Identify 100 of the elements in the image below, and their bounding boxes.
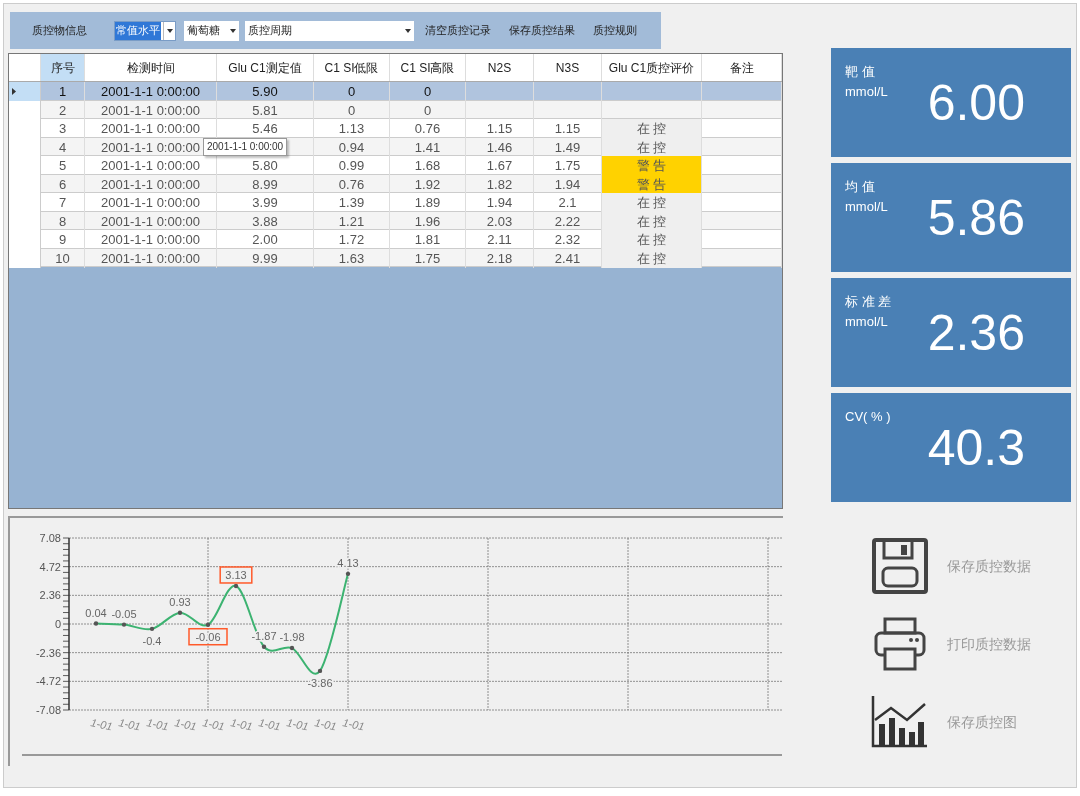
column-header[interactable]: N3S [534, 54, 602, 81]
table-cell-text: 1.82 [486, 175, 513, 194]
evaluation-cell: 在 控 [602, 119, 701, 139]
level-select[interactable]: 常值水平 [114, 20, 176, 41]
current-row-icon [12, 88, 16, 96]
table-cell-text: 2.1 [558, 194, 577, 212]
table-cell-text: 0 [347, 101, 356, 120]
table-cell-text: 2001-1-1 0:00:00 [101, 120, 200, 138]
table-cell-text: 1.67 [486, 157, 513, 175]
column-header[interactable]: C1 SI低限 [314, 54, 390, 81]
table-cell-text: 2001-1-1 0:00:00 [101, 194, 200, 212]
evaluation-cell: 在 控 [602, 211, 701, 231]
evaluation-cell: 警 告 [602, 174, 701, 194]
table-row[interactable]: 9 2001-1-1 0:00:00 2.00 1.72 1.81 2.11 2.32 在 控 [9, 230, 782, 249]
data-label: -0.05 [111, 607, 137, 620]
table-cell-text: 1.72 [338, 231, 365, 249]
column-header[interactable]: 备注 [702, 54, 782, 81]
table-cell-text: 1.63 [338, 249, 365, 268]
table-row[interactable]: 7 2001-1-1 0:00:00 3.99 1.39 1.89 1.94 2.1 在 控 [9, 193, 782, 212]
x-tick-label: 1-01 [229, 716, 254, 733]
table-cell-text: 9.99 [252, 249, 278, 268]
y-tick-label: -4.72 [35, 675, 61, 688]
column-header[interactable]: C1 SI高限 [390, 54, 466, 81]
toolbar-button[interactable]: 保存质控结果 [508, 22, 576, 39]
stat-label: CV( % ) [845, 408, 892, 426]
table-cell-text: 0.94 [338, 138, 365, 157]
column-header[interactable]: N2S [466, 54, 534, 81]
table-cell-text: 2.00 [252, 231, 278, 249]
table-cell-text: 5.80 [252, 157, 278, 175]
x-tick-label: 1-01 [341, 716, 366, 733]
table-cell-text: 1.94 [554, 175, 581, 194]
table-cell-text: 5 [58, 157, 67, 175]
data-point [121, 622, 127, 627]
table-row[interactable]: 5 2001-1-1 0:00:00 5.80 0.99 1.68 1.67 1.75 警 告 [9, 156, 782, 175]
column-header[interactable]: Glu C1测定值 [217, 54, 314, 81]
data-point [317, 668, 323, 674]
table-cell-text: 7 [58, 194, 67, 212]
table-cell-text: 0.76 [414, 120, 441, 138]
data-point [289, 645, 295, 651]
bar-chart-icon [871, 696, 929, 748]
x-tick-label: 1-01 [313, 716, 338, 733]
table-cell-text: 2.32 [554, 231, 581, 249]
x-tick-label: 1-01 [117, 716, 142, 733]
table-row[interactable]: 3 2001-1-1 0:00:00 5.46 1.13 0.76 1.15 1.15 在 控 [9, 119, 782, 138]
period-select[interactable]: 质控周期 [245, 20, 414, 41]
dropdown-caret-icon [230, 28, 236, 33]
data-label: 3.13 [225, 568, 247, 581]
data-point [261, 644, 267, 649]
y-tick-label: 0 [54, 618, 61, 630]
table-cell-text: 1.96 [414, 212, 441, 231]
row-header[interactable] [9, 82, 41, 102]
stat-unit: mmol/L [845, 313, 889, 331]
table-cell-text: 2001-1-1 0:00:00 [101, 101, 200, 120]
table-cell-text: 2001-1-1 0:00:00 [101, 157, 200, 175]
stat-unit: mmol/L [845, 83, 889, 101]
table-cell-text: 1.41 [414, 138, 441, 157]
data-point [205, 622, 211, 627]
data-point [345, 571, 351, 577]
table-cell-text: 5.81 [252, 101, 278, 120]
y-tick-label: -2.36 [35, 646, 61, 659]
column-header[interactable]: Glu C1质控评价 [602, 54, 702, 81]
table-cell-text: 5.46 [252, 120, 278, 138]
table-cell-text: 2.11 [487, 231, 512, 249]
table-cell-text: 1.21 [338, 212, 365, 231]
table-cell-text: 1.81 [414, 231, 441, 249]
table-cell-text: 3.99 [252, 194, 278, 212]
table-cell-text: 1.13 [338, 120, 365, 138]
data-label: 0.04 [85, 606, 107, 619]
stat-value: 40.3 [927, 422, 1025, 473]
x-tick-label: 1-01 [257, 716, 282, 733]
table-cell-text: 2001-1-1 0:00:00 [101, 175, 200, 194]
table-cell-text: 6 [58, 175, 67, 194]
table-cell-text: 9 [58, 231, 67, 249]
evaluation-cell: 在 控 [602, 137, 701, 157]
column-header[interactable]: 检测时间 [85, 54, 217, 81]
analyte-select[interactable]: 葡萄糖 [184, 20, 239, 41]
stat-value: 6.00 [927, 77, 1025, 128]
table-cell-text: 0 [347, 83, 356, 101]
table-cell-text: 2.22 [554, 212, 581, 231]
toolbar-button[interactable]: 质控规则 [592, 22, 638, 39]
column-header[interactable]: 序号 [41, 54, 85, 81]
table-cell-text: 8.99 [252, 175, 278, 194]
x-tick-label: 1-01 [285, 716, 310, 733]
x-tick-label: 1-01 [89, 716, 114, 733]
table-cell-text: 2.18 [486, 249, 513, 268]
data-label: 4.13 [337, 556, 359, 569]
stat-value: 2.36 [927, 307, 1025, 358]
table-cell-text: 1.46 [486, 138, 513, 157]
stat-unit: mmol/L [845, 198, 889, 216]
toolbar-button[interactable]: 清空质控记录 [424, 22, 492, 39]
table-cell-text: 5.90 [252, 83, 278, 101]
table-cell-text: 1.92 [414, 175, 441, 194]
table-cell-text: 1.75 [414, 249, 441, 268]
table-cell-text: 0.99 [338, 157, 365, 175]
table-row[interactable]: 1 2001-1-1 0:00:00 5.90 0 0 [9, 82, 782, 101]
data-point [93, 621, 99, 626]
table-cell-text: 2001-1-1 0:00:00 [101, 138, 200, 157]
data-label: -1.98 [279, 631, 305, 644]
table-cell-text: 1.68 [414, 157, 441, 175]
evaluation-cell: 在 控 [602, 248, 701, 268]
